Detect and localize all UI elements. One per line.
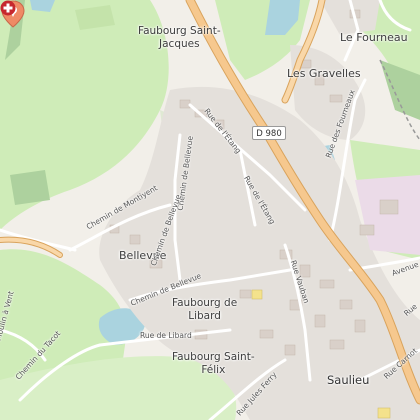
building-6 bbox=[329, 94, 343, 103]
red-cross-icon[interactable] bbox=[0, 0, 16, 16]
building-14 bbox=[284, 344, 296, 356]
building-17 bbox=[239, 289, 252, 299]
place-label-line: Libard bbox=[188, 310, 221, 322]
building-12 bbox=[339, 299, 353, 310]
building-16 bbox=[354, 319, 366, 333]
place-label-line: Jacques bbox=[159, 38, 200, 50]
place-les-gravelles: Les Gravelles bbox=[287, 67, 361, 80]
building-21 bbox=[379, 199, 399, 215]
building-13 bbox=[259, 329, 274, 339]
building-9 bbox=[319, 279, 335, 289]
place-faubourg-saint-felix: Faubourg Saint- Félix bbox=[172, 351, 255, 377]
church-marker bbox=[377, 407, 391, 419]
place-label-line: Faubourg Saint- bbox=[172, 351, 255, 363]
building-1 bbox=[179, 99, 191, 109]
place-faubourg-de-libard: Faubourg de Libard bbox=[172, 297, 237, 323]
place-label-line: Faubourg Saint- bbox=[138, 25, 221, 37]
map-view[interactable]: Faubourg Saint- Jacques Le Fourneau Les … bbox=[0, 0, 420, 420]
place-faubourg-saint-jacques: Faubourg Saint- Jacques bbox=[138, 25, 221, 51]
forest-patch-2 bbox=[10, 170, 50, 205]
building-15 bbox=[329, 339, 345, 350]
street-rue-de-libard: Rue de Libard bbox=[140, 331, 192, 340]
place-label-line: Félix bbox=[201, 364, 226, 376]
place-le-fourneau: Le Fourneau bbox=[340, 31, 408, 44]
road-shield-d980: D 980 bbox=[252, 126, 286, 140]
town-hall-marker bbox=[251, 289, 263, 300]
place-saulieu: Saulieu bbox=[327, 373, 370, 387]
building-11 bbox=[314, 314, 326, 328]
building-22 bbox=[359, 224, 375, 236]
place-label-line: Faubourg de bbox=[172, 297, 238, 309]
building-18 bbox=[129, 234, 141, 245]
